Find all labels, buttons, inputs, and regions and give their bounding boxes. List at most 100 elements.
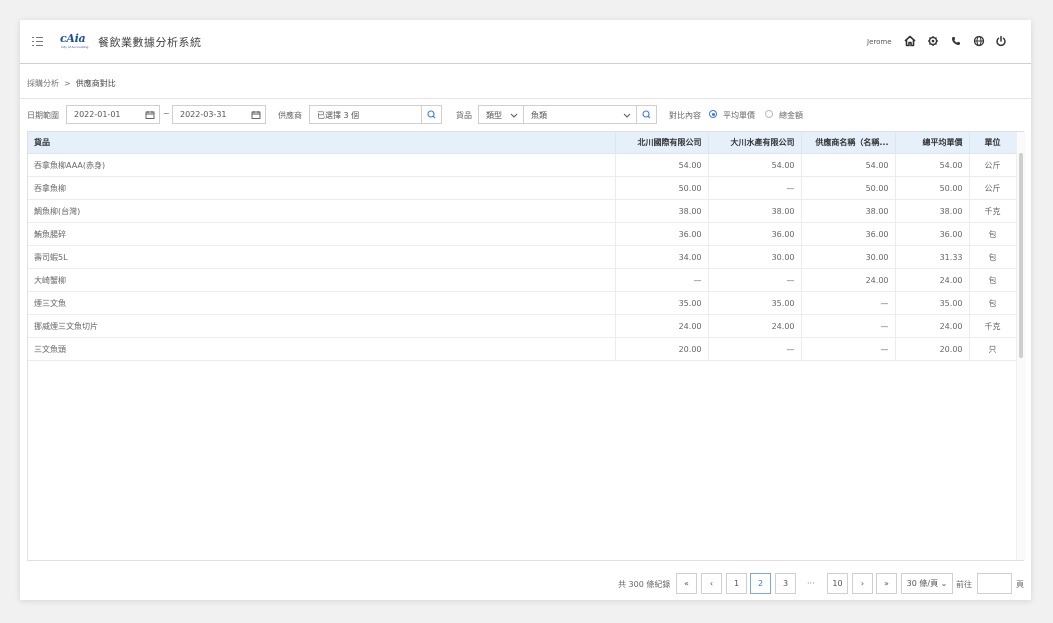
- start-date-value: 2022-01-01: [74, 110, 121, 119]
- cell-unit: 包: [969, 291, 1017, 315]
- col-header-supplier-2[interactable]: 大川水產有限公司: [708, 132, 802, 154]
- compare-label: 對比內容: [669, 111, 701, 120]
- app-window: cAia City of Accounting 餐飲業數據分析系統 Jerome…: [20, 20, 1031, 600]
- cell-goods: 鮪魚腸碎: [28, 222, 616, 246]
- cell-avg: 24.00: [895, 314, 970, 338]
- next-page-button[interactable]: ›: [852, 573, 873, 594]
- option-total-label[interactable]: 總金額: [779, 110, 803, 121]
- cell-unit: 包: [969, 268, 1017, 292]
- menu-icon[interactable]: [32, 35, 44, 47]
- cell-avg: 50.00: [895, 176, 970, 200]
- first-page-button[interactable]: «: [676, 573, 697, 594]
- calendar-icon[interactable]: [251, 108, 261, 124]
- option-avg-label[interactable]: 平均單價: [723, 110, 755, 121]
- cell-unit: 千克: [969, 199, 1017, 223]
- cell-value: 36.00: [615, 222, 709, 246]
- goods-type-select[interactable]: 類型: [478, 105, 524, 124]
- cell-value: —: [801, 291, 896, 315]
- cell-unit: 包: [969, 245, 1017, 269]
- date-tilde: ~: [163, 109, 170, 118]
- cell-avg: 24.00: [895, 268, 970, 292]
- cell-goods: 煙三文魚: [28, 291, 616, 315]
- table-row[interactable]: 鯛魚柳(台灣) 38.00 38.00 38.00 38.00 千克: [28, 199, 1017, 223]
- cell-goods: 吞拿魚柳: [28, 176, 616, 200]
- cell-goods: 壽司蝦5L: [28, 245, 616, 269]
- start-date-input[interactable]: 2022-01-01: [66, 105, 160, 124]
- scrollbar-thumb[interactable]: [1019, 153, 1023, 358]
- cell-value: 34.00: [615, 245, 709, 269]
- cell-value: 38.00: [708, 199, 802, 223]
- chevron-down-icon: [622, 108, 632, 124]
- col-header-avg-price[interactable]: 總平均單價: [895, 132, 970, 154]
- table-row[interactable]: 壽司蝦5L 34.00 30.00 30.00 31.33 包: [28, 245, 1017, 269]
- table-row[interactable]: 大崎蟹柳 — —24.00 24.00 包: [28, 268, 1017, 292]
- table-row[interactable]: 吞拿魚柳 50.00—50.00 50.00 公斤: [28, 176, 1017, 200]
- search-icon: [642, 110, 651, 119]
- table-row[interactable]: 三文魚頭 20.00— —20.00 只: [28, 337, 1017, 361]
- power-icon[interactable]: [993, 33, 1009, 49]
- breadcrumb: 採購分析 > 供應商對比: [27, 78, 116, 89]
- col-header-goods[interactable]: 貨品: [28, 132, 616, 154]
- page-button-1[interactable]: 1: [726, 573, 747, 594]
- logo: cAia: [60, 32, 86, 45]
- date-range-label: 日期範圍: [27, 111, 59, 120]
- page-button-2[interactable]: 2: [750, 573, 771, 594]
- radio-avg-price[interactable]: [709, 110, 717, 118]
- total-records: 共 300 條紀錄: [618, 580, 671, 589]
- divider: [20, 98, 1031, 99]
- cell-value: —: [708, 337, 802, 361]
- breadcrumb-current: 供應商對比: [75, 79, 116, 88]
- user-name[interactable]: Jerome: [867, 38, 892, 46]
- cell-avg: 31.33: [895, 245, 970, 269]
- cell-unit: 公斤: [969, 176, 1017, 200]
- table-row[interactable]: 吞拿魚柳AAA(赤身) 54.00 54.00 54.00 54.00 公斤: [28, 153, 1017, 177]
- cell-unit: 公斤: [969, 153, 1017, 177]
- pagination-ellipsis[interactable]: ···: [807, 579, 815, 588]
- per-page-select[interactable]: 30 條/頁 ⌄: [901, 573, 953, 594]
- gear-icon[interactable]: [925, 33, 941, 49]
- goto-label: 前往: [956, 580, 972, 589]
- cell-value: 35.00: [615, 291, 709, 315]
- col-header-unit[interactable]: 單位: [969, 132, 1017, 154]
- cell-value: 54.00: [801, 153, 896, 177]
- table-header-row: 貨品 北川國際有限公司 大川水產有限公司 供應商名稱（名稱... 總平均單價 單…: [28, 132, 1017, 154]
- col-header-supplier-3[interactable]: 供應商名稱（名稱...: [801, 132, 896, 154]
- cell-value: 38.00: [615, 199, 709, 223]
- supplier-select[interactable]: 已選擇 3 個: [309, 105, 422, 124]
- breadcrumb-parent[interactable]: 採購分析: [27, 79, 59, 88]
- goto-page-input[interactable]: [977, 573, 1012, 594]
- goods-search-button[interactable]: [636, 105, 657, 124]
- goods-label: 貨品: [456, 111, 472, 120]
- cell-value: —: [708, 176, 802, 200]
- cell-unit: 只: [969, 337, 1017, 361]
- page-button-10[interactable]: 10: [827, 573, 848, 594]
- goto-unit-label: 頁: [1016, 580, 1024, 589]
- logo-subtitle: City of Accounting: [61, 45, 89, 49]
- cell-value: 54.00: [708, 153, 802, 177]
- supplier-search-button[interactable]: [421, 105, 442, 124]
- table-row[interactable]: 挪威煙三文魚切片 24.00 24.00—24.00 千克: [28, 314, 1017, 338]
- col-header-supplier-1[interactable]: 北川國際有限公司: [615, 132, 709, 154]
- goods-select[interactable]: 魚類: [523, 105, 637, 124]
- table-row[interactable]: 鮪魚腸碎 36.00 36.00 36.00 36.00 包: [28, 222, 1017, 246]
- cell-value: 30.00: [708, 245, 802, 269]
- cell-goods: 大崎蟹柳: [28, 268, 616, 292]
- home-icon[interactable]: [902, 33, 918, 49]
- cell-value: 24.00: [801, 268, 896, 292]
- last-page-button[interactable]: »: [876, 573, 897, 594]
- cell-goods: 吞拿魚柳AAA(赤身): [28, 153, 616, 177]
- cell-avg: 20.00: [895, 337, 970, 361]
- globe-icon[interactable]: [971, 33, 987, 49]
- prev-page-button[interactable]: ‹: [701, 573, 722, 594]
- table-row[interactable]: 煙三文魚 35.00 35.00—35.00 包: [28, 291, 1017, 315]
- end-date-input[interactable]: 2022-03-31: [172, 105, 266, 124]
- radio-total-amount[interactable]: [765, 110, 773, 118]
- calendar-icon[interactable]: [145, 108, 155, 124]
- phone-icon[interactable]: [948, 33, 964, 49]
- cell-avg: 36.00: [895, 222, 970, 246]
- cell-avg: 35.00: [895, 291, 970, 315]
- page-button-3[interactable]: 3: [775, 573, 796, 594]
- end-date-value: 2022-03-31: [180, 110, 227, 119]
- cell-goods: 挪威煙三文魚切片: [28, 314, 616, 338]
- cell-value: 36.00: [708, 222, 802, 246]
